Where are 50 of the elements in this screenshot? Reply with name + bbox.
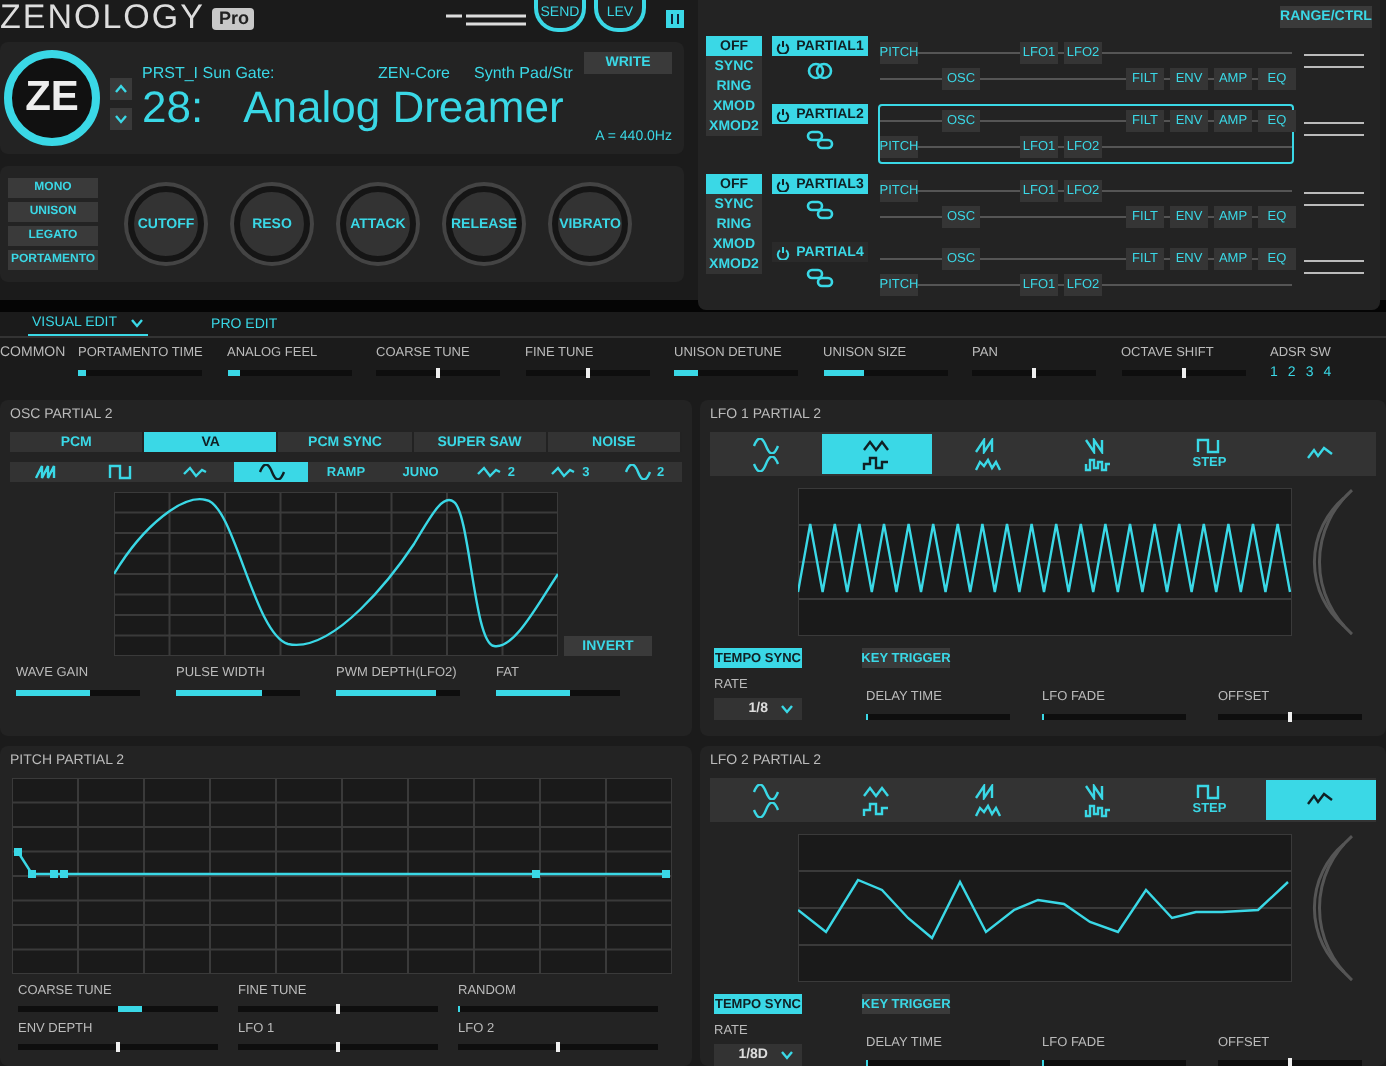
triangle-wave-icon bbox=[550, 464, 579, 480]
power-icon bbox=[776, 177, 791, 191]
slider[interactable] bbox=[176, 690, 300, 696]
panel-icon bbox=[666, 9, 684, 27]
wave-tab[interactable] bbox=[233, 462, 309, 482]
sine-wave-alt-icon bbox=[751, 455, 780, 471]
triangle-wave-icon bbox=[182, 464, 211, 480]
power-icon bbox=[776, 107, 791, 121]
patch-engine: ZEN-Core bbox=[378, 64, 453, 82]
square-wave-icon bbox=[1195, 438, 1224, 454]
slider[interactable] bbox=[336, 690, 460, 696]
lfo-shape-button[interactable] bbox=[821, 434, 932, 474]
square-wave-icon bbox=[1195, 784, 1224, 800]
chevron-down-icon bbox=[114, 114, 128, 124]
sine-wave-alt-icon bbox=[751, 801, 780, 817]
sine-wave-icon bbox=[751, 783, 780, 799]
caret-icon bbox=[780, 1050, 794, 1060]
slider[interactable] bbox=[823, 370, 947, 376]
caret-icon bbox=[780, 704, 794, 714]
slider[interactable] bbox=[496, 690, 620, 696]
reverse-saw-alt-icon bbox=[1084, 455, 1113, 471]
triangle-wave-icon bbox=[862, 437, 891, 453]
random-wave-icon bbox=[1306, 446, 1335, 462]
patch-name: Analog Dreamer bbox=[243, 84, 564, 132]
app-logo: ZENOLOGY bbox=[0, 0, 205, 36]
chevron-up-icon bbox=[114, 84, 128, 94]
square-wave-icon bbox=[107, 464, 136, 480]
edition-badge: Pro bbox=[212, 7, 255, 29]
lfo-shape-button[interactable] bbox=[1265, 780, 1376, 820]
triangle-wave-alt-icon bbox=[862, 801, 891, 817]
slider[interactable] bbox=[16, 690, 140, 696]
sine-wave-icon bbox=[751, 437, 780, 453]
triangle-wave-icon bbox=[475, 464, 504, 480]
logo-mark: ZE bbox=[4, 50, 100, 146]
sine-wave-icon bbox=[257, 464, 286, 480]
random-wave-icon bbox=[1306, 792, 1335, 808]
triangle-wave-icon bbox=[862, 783, 891, 799]
triangle-wave-alt-icon bbox=[862, 455, 891, 471]
down-button[interactable] bbox=[110, 108, 132, 130]
power-icon bbox=[776, 245, 791, 259]
caret-icon bbox=[129, 318, 144, 328]
patch-bank: PRST_I Sun Gate: bbox=[142, 64, 277, 82]
power-icon bbox=[776, 39, 791, 53]
patch-category: Synth Pad/Str bbox=[474, 64, 573, 82]
up-button[interactable] bbox=[110, 78, 132, 100]
sine-wave-icon bbox=[624, 464, 653, 480]
reverse-saw-alt-icon bbox=[1084, 801, 1113, 817]
patch-number: 28: bbox=[142, 84, 204, 132]
sawtooth-wave-alt-icon bbox=[973, 455, 1002, 471]
sawtooth-wave-alt-icon bbox=[973, 801, 1002, 817]
